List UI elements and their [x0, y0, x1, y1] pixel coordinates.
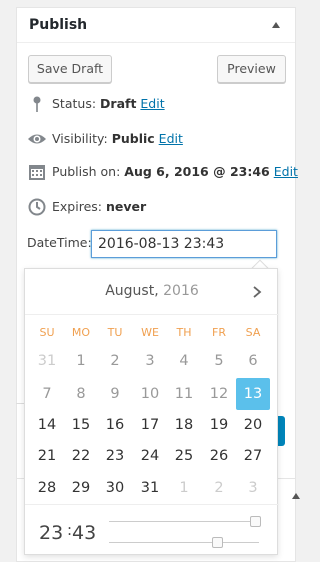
- time-hours: 23: [39, 522, 64, 544]
- chevron-right-icon[interactable]: [251, 285, 263, 299]
- publish-on-label: Publish on:: [52, 164, 121, 179]
- year-name: 2016: [163, 283, 199, 299]
- weekday-label: MO: [71, 326, 91, 339]
- calendar-day: 2: [214, 480, 224, 496]
- calendar-day[interactable]: 26: [202, 440, 236, 472]
- status-edit-link[interactable]: Edit: [140, 96, 164, 111]
- calendar-day: 3: [248, 480, 258, 496]
- datetime-picker: August, 2016 SU MO TU WE TH FR SA 31 1 2 3 4 5 6 7 8 9 1…: [24, 268, 279, 555]
- calendar-day[interactable]: 22: [64, 440, 98, 472]
- status-value: Draft: [100, 96, 137, 111]
- eye-icon: [28, 134, 46, 144]
- datetime-input[interactable]: [91, 230, 277, 258]
- collapse-arrow-icon[interactable]: [292, 493, 300, 499]
- calendar-day[interactable]: 1: [64, 345, 98, 377]
- pin-icon: [33, 96, 41, 112]
- save-draft-button[interactable]: Save Draft: [28, 55, 112, 83]
- status-label: Status:: [52, 96, 97, 111]
- divider: [25, 314, 279, 315]
- hour-slider-handle[interactable]: [250, 516, 261, 527]
- weekday-label: WE: [141, 326, 159, 339]
- calendar-day[interactable]: 4: [167, 345, 201, 377]
- publish-on-edit-link[interactable]: Edit: [274, 164, 298, 179]
- time-minutes: 43: [72, 522, 97, 544]
- calendar-day[interactable]: 2: [98, 345, 132, 377]
- visibility-label: Visibility:: [52, 131, 108, 146]
- calendar-day[interactable]: 10: [133, 378, 167, 410]
- calendar-day[interactable]: 20: [236, 409, 270, 441]
- weekday-label: FR: [212, 326, 226, 339]
- calendar-day[interactable]: 8: [64, 378, 98, 410]
- divider: [25, 504, 279, 505]
- minute-slider-handle[interactable]: [212, 537, 223, 548]
- collapse-arrow-icon[interactable]: [272, 22, 280, 28]
- weekday-label: SA: [245, 326, 261, 339]
- calendar-day[interactable]: 5: [202, 345, 236, 377]
- calendar-day[interactable]: 7: [30, 378, 64, 410]
- weekday-label: TU: [107, 326, 123, 339]
- calendar-day[interactable]: 27: [236, 440, 270, 472]
- datetime-label: DateTime:: [27, 235, 92, 250]
- publish-box-title: Publish: [29, 17, 88, 33]
- calendar-day[interactable]: 28: [30, 472, 64, 504]
- month-title: August, 2016: [25, 283, 279, 299]
- publish-box-header[interactable]: Publish: [17, 8, 295, 43]
- calendar-day[interactable]: 16: [98, 409, 132, 441]
- calendar-day[interactable]: 13: [236, 378, 270, 410]
- visibility-value: Public: [111, 131, 155, 146]
- calendar-icon: [29, 165, 45, 180]
- calendar-day[interactable]: 15: [64, 409, 98, 441]
- visibility-edit-link[interactable]: Edit: [159, 131, 183, 146]
- weekday-label: TH: [176, 326, 192, 339]
- minute-slider-track[interactable]: [109, 542, 259, 543]
- calendar-day[interactable]: 31: [133, 472, 167, 504]
- publish-on-value: Aug 6, 2016 @ 23:46: [124, 164, 270, 179]
- calendar-day[interactable]: 14: [30, 409, 64, 441]
- calendar-day[interactable]: 24: [133, 440, 167, 472]
- calendar-day[interactable]: 11: [167, 378, 201, 410]
- calendar-day[interactable]: 9: [98, 378, 132, 410]
- calendar-day[interactable]: 6: [236, 345, 270, 377]
- expires-value: never: [105, 199, 147, 214]
- weekday-label: SU: [39, 326, 55, 339]
- calendar-day[interactable]: 19: [202, 409, 236, 441]
- clock-icon: [28, 198, 46, 216]
- calendar-day[interactable]: 29: [64, 472, 98, 504]
- calendar-day[interactable]: 25: [167, 440, 201, 472]
- calendar-day[interactable]: 12: [202, 378, 236, 410]
- month-name: August,: [105, 283, 159, 299]
- calendar-day[interactable]: 18: [167, 409, 201, 441]
- calendar-day[interactable]: 3: [133, 345, 167, 377]
- expires-label: Expires:: [52, 199, 102, 214]
- preview-button[interactable]: Preview: [217, 55, 286, 83]
- calendar-day[interactable]: 23: [98, 440, 132, 472]
- calendar-day[interactable]: 30: [98, 472, 132, 504]
- calendar-day: 31: [37, 353, 57, 369]
- hour-slider-track[interactable]: [109, 521, 259, 522]
- calendar-day: 1: [179, 480, 189, 496]
- calendar-day[interactable]: 17: [133, 409, 167, 441]
- calendar-day[interactable]: 21: [30, 440, 64, 472]
